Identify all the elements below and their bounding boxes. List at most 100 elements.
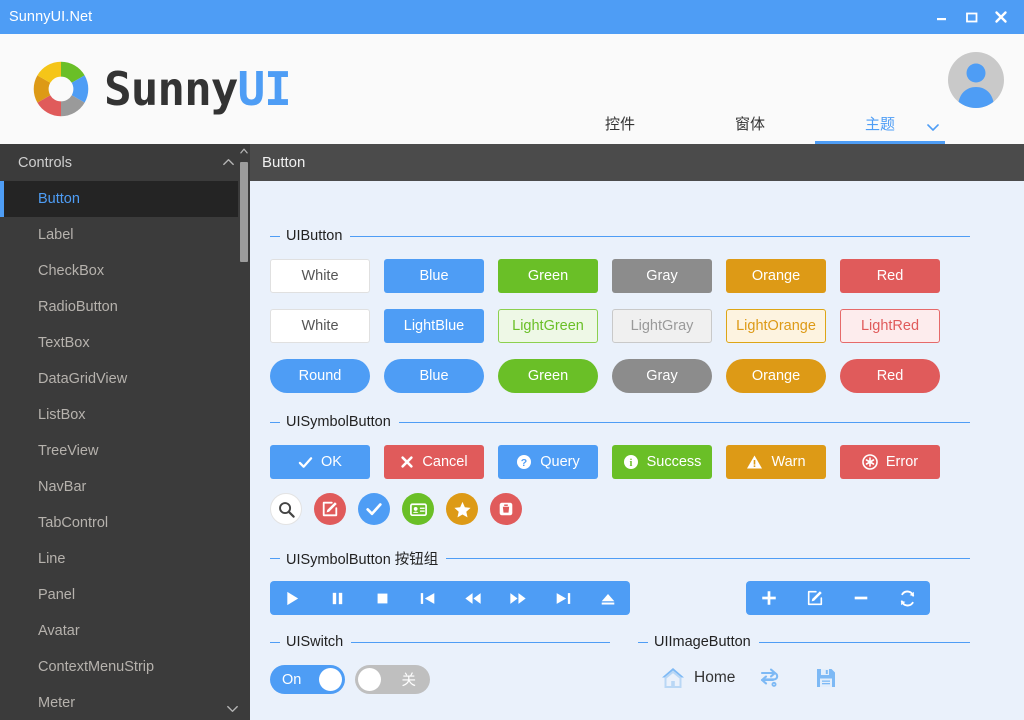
pause-icon	[332, 592, 343, 604]
content-header: Button	[250, 144, 1024, 181]
media-eject-button[interactable]	[585, 581, 630, 615]
icon-button-star[interactable]	[446, 493, 478, 525]
chevron-up-icon[interactable]	[221, 155, 236, 170]
icon-button-trash[interactable]	[490, 493, 522, 525]
button-lightgreen[interactable]: LightGreen	[498, 309, 598, 343]
symbol-button-query[interactable]: ? Query	[498, 445, 598, 479]
sidebar-item-datagridview[interactable]: DataGridView	[0, 361, 250, 397]
sidebar-item-line[interactable]: Line	[0, 541, 250, 577]
logo-text-ui: UI	[237, 62, 291, 116]
sidebar-item-tabcontrol[interactable]: TabControl	[0, 505, 250, 541]
sidebar-item-listbox[interactable]: ListBox	[0, 397, 250, 433]
switch-on[interactable]: On	[270, 665, 345, 694]
button-blue-1[interactable]: Blue	[384, 259, 484, 293]
icon-button-idcard[interactable]	[402, 493, 434, 525]
check-icon	[298, 456, 313, 468]
symbolbutton-row: OK Cancel ? Query i Success Warn Error	[270, 445, 970, 479]
button-gray-1[interactable]: Gray	[612, 259, 712, 293]
group-dash	[270, 235, 280, 237]
media-play-button[interactable]	[270, 581, 315, 615]
sidebar-item-contextmenustrip[interactable]: ContextMenuStrip	[0, 649, 250, 685]
symbol-button-error[interactable]: Error	[840, 445, 940, 479]
action-refresh-button[interactable]	[884, 581, 930, 615]
button-round-green[interactable]: Green	[498, 359, 598, 393]
media-stop-button[interactable]	[360, 581, 405, 615]
sidebar-menu: Button Label CheckBox RadioButton TextBo…	[0, 181, 250, 720]
sidebar-item-label[interactable]: Label	[0, 217, 250, 253]
sidebar-scrollbar[interactable]	[238, 144, 250, 720]
button-green-1[interactable]: Green	[498, 259, 598, 293]
group-uiswitch-title: UISwitch	[286, 634, 344, 650]
action-remove-button[interactable]	[838, 581, 884, 615]
scroll-up-icon[interactable]	[239, 146, 249, 156]
sidebar-header[interactable]: Controls	[0, 144, 250, 181]
svg-text:?: ?	[521, 457, 527, 469]
button-lightgray[interactable]: LightGray	[612, 309, 712, 343]
save-floppy-icon	[817, 669, 836, 687]
window-controls	[926, 0, 1024, 34]
nav-tab-theme[interactable]: 主题	[815, 113, 945, 144]
logo-text-sunny: Sunny	[104, 62, 238, 116]
image-button-home[interactable]: Home	[660, 665, 735, 691]
sidebar-item-treeview[interactable]: TreeView	[0, 433, 250, 469]
icon-button-search[interactable]	[270, 493, 302, 525]
content-body: UIButton White Blue Green Gray Orange Re…	[250, 181, 1024, 720]
app-logo: SunnyUI	[0, 58, 292, 120]
nav-tab-controls[interactable]: 控件	[555, 113, 685, 144]
minimize-icon[interactable]	[926, 0, 956, 34]
group-uisymbolbutton-group: UISymbolButton 按钮组	[270, 549, 970, 615]
question-circle-icon: ?	[517, 455, 532, 469]
group-uiimagebutton: UIImageButton Home	[638, 633, 970, 691]
scrollbar-thumb[interactable]	[240, 162, 248, 262]
sidebar-item-avatar[interactable]: Avatar	[0, 613, 250, 649]
symbol-button-error-label: Error	[885, 454, 919, 470]
button-round-gray[interactable]: Gray	[612, 359, 712, 393]
close-icon[interactable]	[986, 0, 1016, 34]
button-lightorange[interactable]: LightOrange	[726, 309, 826, 343]
button-round-blue[interactable]: Blue	[384, 359, 484, 393]
top-navigation: 控件 窗体 主题	[555, 98, 945, 144]
nav-tab-forms[interactable]: 窗体	[685, 113, 815, 144]
group-dash	[270, 641, 280, 643]
image-button-save[interactable]	[813, 665, 847, 691]
button-round[interactable]: Round	[270, 359, 370, 393]
symbol-button-success[interactable]: i Success	[612, 445, 712, 479]
button-lightblue[interactable]: LightBlue	[384, 309, 484, 343]
action-add-button[interactable]	[746, 581, 792, 615]
sidebar-item-button[interactable]: Button	[0, 181, 250, 217]
media-skip-backward-button[interactable]	[405, 581, 450, 615]
sidebar-item-textbox[interactable]: TextBox	[0, 325, 250, 361]
switch-off[interactable]: 关	[355, 665, 430, 694]
avatar[interactable]	[948, 52, 1004, 108]
sidebar-item-meter[interactable]: Meter	[0, 685, 250, 720]
media-rewind-button[interactable]	[450, 581, 495, 615]
button-lightred[interactable]: LightRed	[840, 309, 940, 343]
plus-icon	[762, 591, 776, 605]
group-uibutton-header: UIButton	[270, 227, 970, 245]
page-title: Button	[262, 154, 306, 171]
sidebar-item-panel[interactable]: Panel	[0, 577, 250, 613]
group-uisymbolbutton: UISymbolButton OK Cancel ? Query i Succe…	[270, 413, 970, 525]
button-white-1[interactable]: White	[270, 259, 370, 293]
button-round-red[interactable]: Red	[840, 359, 940, 393]
button-white-2[interactable]: White	[270, 309, 370, 343]
symbol-button-warn[interactable]: Warn	[726, 445, 826, 479]
media-skip-forward-button[interactable]	[540, 581, 585, 615]
title-bar: SunnyUI.Net	[0, 0, 1024, 34]
maximize-icon[interactable]	[956, 0, 986, 34]
symbol-button-cancel[interactable]: Cancel	[384, 445, 484, 479]
button-round-orange[interactable]: Orange	[726, 359, 826, 393]
sidebar-item-radiobutton[interactable]: RadioButton	[0, 289, 250, 325]
image-button-exchange[interactable]	[757, 665, 791, 691]
symbol-button-ok[interactable]: OK	[270, 445, 370, 479]
button-red-1[interactable]: Red	[840, 259, 940, 293]
action-edit-button[interactable]	[792, 581, 838, 615]
icon-button-edit[interactable]	[314, 493, 346, 525]
icon-button-check[interactable]	[358, 493, 390, 525]
media-pause-button[interactable]	[315, 581, 360, 615]
sidebar-item-navbar[interactable]: NavBar	[0, 469, 250, 505]
button-orange-1[interactable]: Orange	[726, 259, 826, 293]
media-fast-forward-button[interactable]	[495, 581, 540, 615]
uibutton-row-solid: White Blue Green Gray Orange Red	[270, 259, 970, 293]
sidebar-item-checkbox[interactable]: CheckBox	[0, 253, 250, 289]
